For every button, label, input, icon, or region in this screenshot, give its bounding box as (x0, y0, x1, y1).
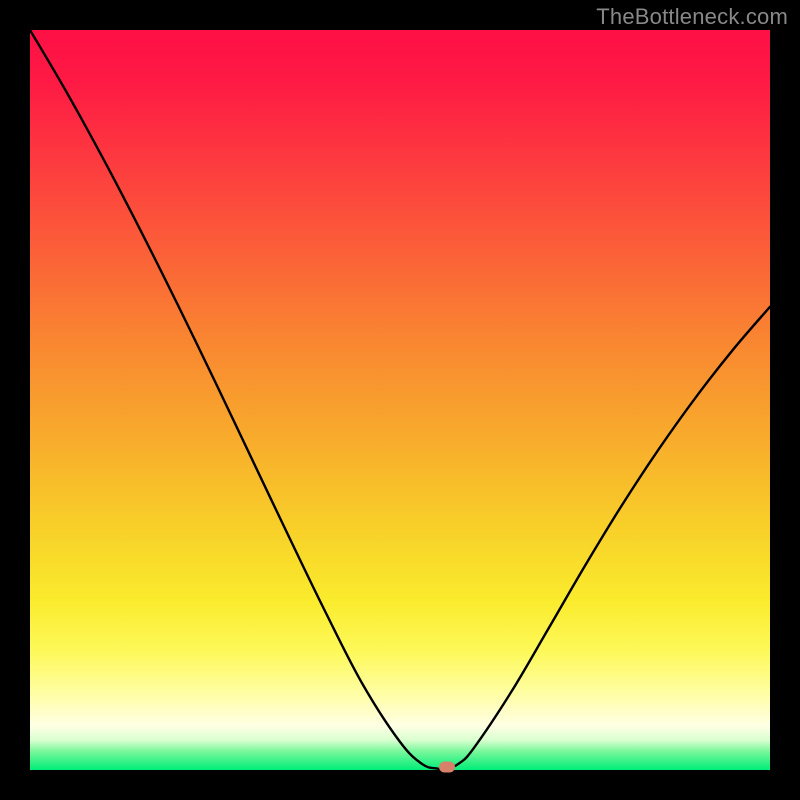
optimal-point-marker (439, 762, 455, 773)
bottleneck-curve-path (30, 30, 770, 769)
bottleneck-curve-layer (30, 30, 770, 770)
chart-plot-area (30, 30, 770, 770)
watermark-text: TheBottleneck.com (596, 4, 788, 30)
